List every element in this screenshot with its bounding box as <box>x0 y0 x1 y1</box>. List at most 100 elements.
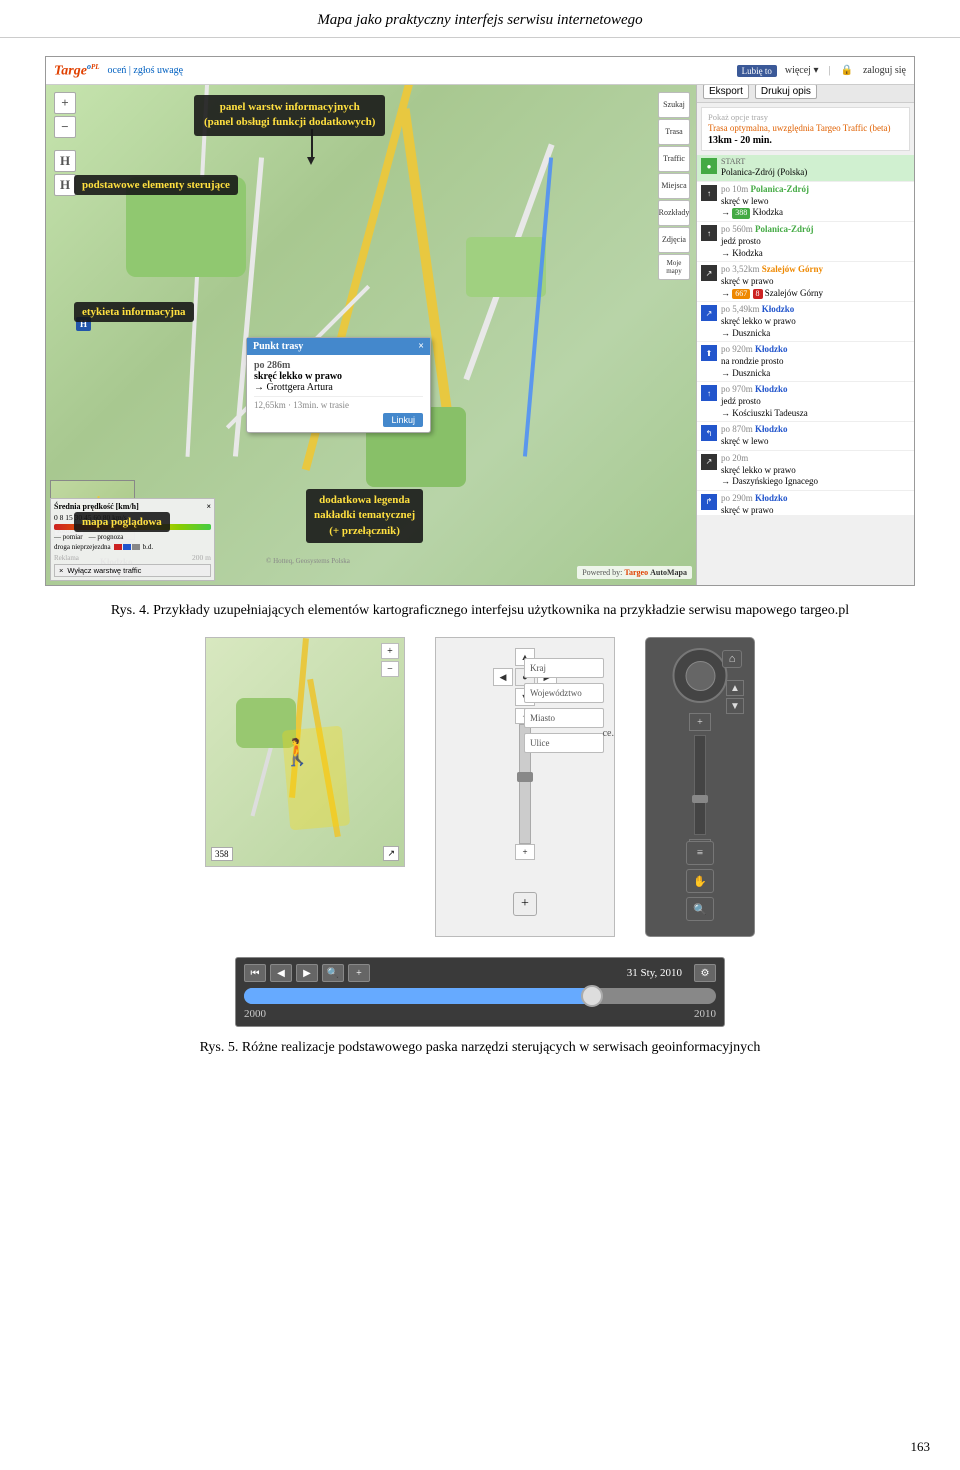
targeo-logo: TargeoPL <box>54 62 100 80</box>
timeline-track <box>244 988 716 1004</box>
person-icon: 🚶 <box>281 738 313 768</box>
timeline-zoom-out-btn[interactable]: 🔍 <box>322 964 344 982</box>
page-number: 163 <box>901 1434 941 1460</box>
linkuj-btn[interactable]: Linkuj <box>383 413 423 427</box>
route-step: ↑ po 970m Kłodzko jedź prosto → Kościusz… <box>697 382 914 422</box>
search-ulice[interactable]: Ulice <box>524 733 604 753</box>
zdjecia-side-btn[interactable]: Zdjęcia <box>658 227 690 253</box>
export-btn[interactable]: Eksport <box>703 84 749 99</box>
page-title: Mapa jako praktyczny interfejs serwisu i… <box>317 12 642 28</box>
popup-body: po 286m skręć lekko w prawo → Grottgera … <box>247 355 430 432</box>
traffic-side-btn[interactable]: Traffic <box>658 146 690 172</box>
toolbar-links[interactable]: oceń | zgłoś uwagę <box>108 65 184 76</box>
compass-inner <box>685 661 715 691</box>
annotation-mapa-poglad: mapa poglądowa <box>74 512 170 532</box>
zoom-slider-thumb[interactable] <box>517 772 533 782</box>
route-panel: Wyznaczanie trasy » Eksport Drukuj opis … <box>696 57 914 585</box>
home-btn[interactable]: ⌂ <box>722 650 742 668</box>
timeline-date: 31 Sty, 2010 <box>627 967 682 979</box>
annotation-etykieta: etykieta informacyjna <box>74 302 194 322</box>
zoom-search-boxes: Kraj Województwo Miasto Ulice <box>524 658 604 753</box>
ctrl-zoom-glass-btn[interactable]: 🔍 <box>686 897 714 921</box>
timeline-toolbar: ⏮ ◀ ▶ 🔍 + 31 Sty, 2010 ⚙ <box>244 964 716 982</box>
ctrl-zoom-thumb[interactable] <box>692 795 708 803</box>
timeline-end-label: 2010 <box>694 1008 716 1020</box>
ctrl-icons-bottom: ≡ ✋ 🔍 <box>686 841 714 921</box>
route-step: ● START Polanica-Zdrój (Polska) <box>697 155 914 182</box>
search-woj[interactable]: Województwo <box>524 683 604 703</box>
map2-zoom-in[interactable]: + <box>381 643 399 659</box>
ctrl-zoom-slider <box>694 735 706 835</box>
map-coords: 358 <box>211 847 233 861</box>
fb-like-btn[interactable]: Lubię to <box>737 65 777 77</box>
ce-label: ce. <box>603 728 614 739</box>
route-step: ↗ po 3,52km Szalejów Górny skręć w prawo… <box>697 262 914 302</box>
zoom-out-btn[interactable]: − <box>54 116 76 138</box>
route-steps-list: ● START Polanica-Zdrój (Polska) ↑ po 10m… <box>697 155 914 515</box>
3d-controls-panel: ⌂ ▲ ▼ + − ≡ ✋ 🔍 <box>645 637 755 937</box>
search-kraj[interactable]: Kraj <box>524 658 604 678</box>
add-layer-btn[interactable]: + <box>513 892 537 916</box>
nav-left-btn[interactable]: ◀ <box>493 668 513 686</box>
toolbar-right: więcej ▾ | 🔒 zaloguj się <box>785 65 906 76</box>
annotation-legenda: dodatkowa legendanakładki tematycznej(+ … <box>306 489 423 543</box>
route-step: ↑ po 10m Polanica-Zdrój skręć w lewo → 3… <box>697 182 914 222</box>
rozklady-side-btn[interactable]: Rozkłady <box>658 200 690 226</box>
ctrl-zoom-in-btn[interactable]: + <box>689 713 711 731</box>
timeline-prev-btn[interactable]: ⏮ <box>244 964 266 982</box>
ctrl-zoom-section: + − <box>689 713 711 857</box>
timeline-labels: 2000 2010 <box>244 1008 716 1020</box>
popup-header: Punkt trasy × <box>247 338 430 355</box>
map-controls-left: + − H H <box>54 92 76 196</box>
lock-icon: 🔒 <box>841 65 853 76</box>
login-btn[interactable]: zaloguj się <box>863 65 906 76</box>
route-step: ↱ po 290m Kłodzko skręć w prawo → Grottg… <box>697 491 914 515</box>
powered-by: Powered by: Targeo AutoMapa <box>577 566 692 579</box>
hotteq-watermark: © Hotteq, Geosystems Polska <box>266 557 350 565</box>
timeline-back-btn[interactable]: ◀ <box>270 964 292 982</box>
tilt-up-btn[interactable]: ▲ <box>726 680 744 696</box>
punkt-trasy-popup: Punkt trasy × po 286m skręć lekko w praw… <box>246 337 431 433</box>
popup-close-btn[interactable]: × <box>418 341 424 352</box>
compass-wheel[interactable] <box>673 648 728 703</box>
targeo-toolbar: TargeoPL oceń | zgłoś uwagę Lubię to wię… <box>46 57 914 85</box>
arrow-head-panel-warstw <box>307 157 315 165</box>
moje-mapy-side-btn[interactable]: Moje mapy <box>658 254 690 280</box>
map-screenshot-2: 🚶 358 ↗ + − <box>205 637 405 867</box>
timeline-thumb[interactable] <box>581 985 603 1007</box>
ctrl-hand-btn[interactable]: ✋ <box>686 869 714 893</box>
map-corner-btn[interactable]: ↗ <box>383 846 399 861</box>
speed-legend: Średnia prędkość [km/h] × 0 8 15 30 45 6… <box>50 498 215 581</box>
route-info-box: Pokaż opcje trasy Trasa optymalna, uwzgl… <box>701 107 910 151</box>
annotation-panel-warstw: panel warstw informacyjnych(panel obsług… <box>194 95 385 136</box>
zoom-in-btn[interactable]: + <box>54 92 76 114</box>
timeline-settings-btn[interactable]: ⚙ <box>694 964 716 982</box>
more-btn[interactable]: więcej ▾ <box>785 65 819 76</box>
print-btn[interactable]: Drukuj opis <box>755 84 817 99</box>
timeline-container: ⏮ ◀ ▶ 🔍 + 31 Sty, 2010 ⚙ 2000 2010 <box>235 957 725 1027</box>
trasa-side-btn[interactable]: Trasa <box>658 119 690 145</box>
timeline-progress <box>244 988 598 1004</box>
layer-btn[interactable]: H <box>54 150 76 172</box>
ctrl-layer-btn[interactable]: ≡ <box>686 841 714 865</box>
map2-controls: + − <box>381 643 399 677</box>
tilt-down-btn[interactable]: ▼ <box>726 698 744 714</box>
route-step: ↑ po 560m Polanica-Zdrój jedź prosto → K… <box>697 222 914 262</box>
tilt-controls: ▲ ▼ <box>726 680 744 714</box>
annotation-podstawowe: podstawowe elementy sterujące <box>74 175 238 195</box>
miejsca-side-btn[interactable]: Miejsca <box>658 173 690 199</box>
timeline-zoom-in-btn[interactable]: + <box>348 964 370 982</box>
map2-zoom-out[interactable]: − <box>381 661 399 677</box>
toggle-traffic-btn[interactable]: ×Wyłącz warstwę traffic <box>54 564 211 577</box>
route-step: ↗ po 20m skręć lekko w prawo → Daszyński… <box>697 451 914 491</box>
timeline-start-label: 2000 <box>244 1008 266 1020</box>
route-step: ↗ po 5,49km Kłodzko skręć lekko w prawo … <box>697 302 914 342</box>
zoom-slider-plus[interactable]: + <box>515 844 535 860</box>
map-screenshot-1: H H Kłodzko TargeoPL oceń | zgłoś uwagę … <box>45 56 915 586</box>
route-step: ↰ po 870m Kłodzko skręć w lewo <box>697 422 914 450</box>
layers2-btn[interactable]: H <box>54 174 76 196</box>
search-side-btn[interactable]: Szukaj <box>658 92 690 118</box>
map-side-controls: Szukaj Trasa Traffic Miejsca Rozkłady Zd… <box>658 92 696 280</box>
search-miasto[interactable]: Miasto <box>524 708 604 728</box>
timeline-next-btn[interactable]: ▶ <box>296 964 318 982</box>
